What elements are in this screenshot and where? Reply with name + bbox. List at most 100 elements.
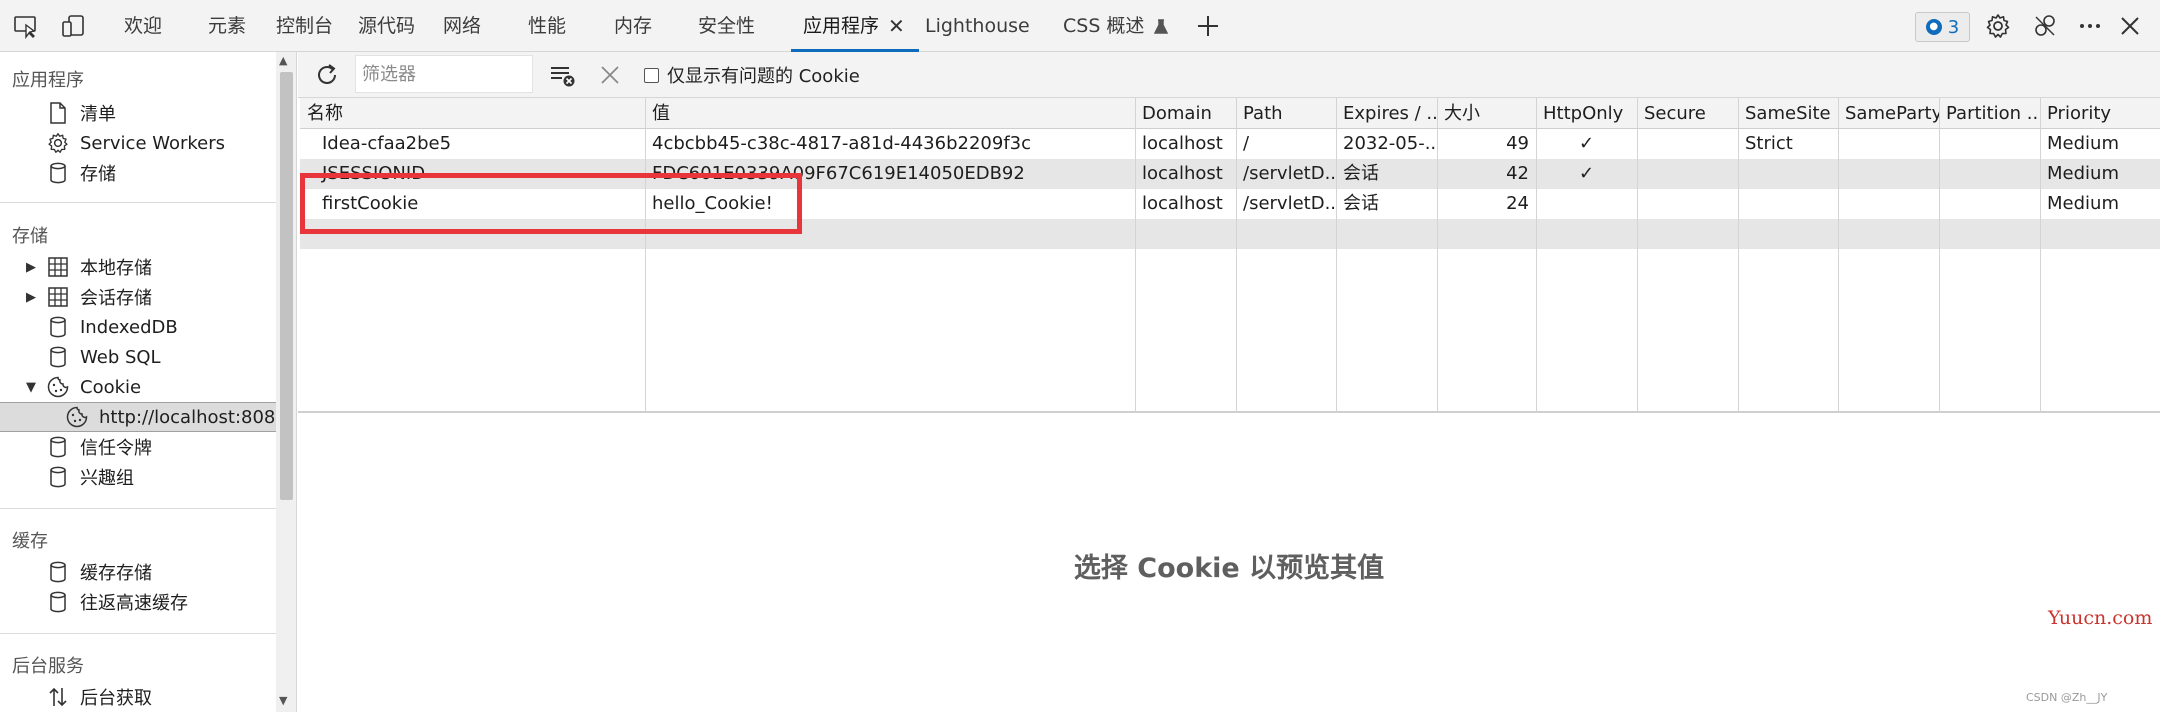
column-separator[interactable] bbox=[2040, 98, 2041, 412]
only-issues-checkbox[interactable] bbox=[644, 67, 659, 83]
column-header-expires[interactable]: Expires / ... bbox=[1336, 98, 1437, 128]
sidebar-item-manifest[interactable]: 清单 bbox=[0, 98, 276, 128]
clear-all-cookies-icon[interactable] bbox=[548, 60, 578, 90]
table-row[interactable]: Idea-cfaa2be5 4cbcbb45-c38c-4817-a81d-44… bbox=[300, 129, 2160, 159]
cell-partition-key[interactable] bbox=[1939, 189, 2040, 219]
customize-feedback-icon[interactable] bbox=[2030, 11, 2060, 41]
cell-sameparty[interactable] bbox=[1838, 159, 1939, 189]
cell-partition-key[interactable] bbox=[1939, 159, 2040, 189]
cell-priority[interactable]: Medium bbox=[2040, 129, 2160, 159]
cell-name[interactable]: firstCookie bbox=[315, 189, 645, 219]
collapse-triangle-icon[interactable]: ▼ bbox=[25, 380, 37, 395]
tab-performance[interactable]: 性能 bbox=[528, 0, 566, 51]
refresh-icon[interactable] bbox=[312, 60, 342, 90]
gear-icon[interactable] bbox=[1983, 11, 2013, 41]
split-resizer[interactable] bbox=[298, 411, 2160, 413]
tab-welcome[interactable]: 欢迎 bbox=[124, 0, 162, 51]
more-tabs-plus-icon[interactable] bbox=[1193, 11, 1223, 41]
cell-name[interactable]: Idea-cfaa2be5 bbox=[315, 129, 645, 159]
column-separator[interactable] bbox=[1236, 98, 1237, 412]
tab-console[interactable]: 控制台 bbox=[276, 0, 333, 51]
cell-secure[interactable] bbox=[1637, 189, 1738, 219]
sidebar-item-local-storage[interactable]: ▶ 本地存储 bbox=[0, 252, 276, 282]
issues-counter-button[interactable]: ● 3 bbox=[1915, 12, 1970, 42]
cell-sameparty[interactable] bbox=[1838, 189, 1939, 219]
tab-security[interactable]: 安全性 bbox=[698, 0, 755, 51]
cell-expires[interactable]: 2032-05-... bbox=[1336, 129, 1437, 159]
only-issues-checkbox-row[interactable]: 仅显示有问题的 Cookie bbox=[644, 62, 860, 88]
cell-samesite[interactable]: Strict bbox=[1738, 129, 1838, 159]
column-header-size[interactable]: 大小 bbox=[1437, 98, 1536, 128]
cell-expires[interactable]: 会话 bbox=[1336, 159, 1437, 189]
sidebar-item-background-fetch[interactable]: 后台获取 bbox=[0, 682, 276, 712]
column-header-secure[interactable]: Secure bbox=[1637, 98, 1738, 128]
close-tab-icon[interactable]: ✕ bbox=[888, 0, 905, 52]
cell-value[interactable]: hello_Cookie! bbox=[645, 189, 1135, 219]
cell-value[interactable]: 4cbcbb45-c38c-4817-a81d-4436b2209f3c bbox=[645, 129, 1135, 159]
sidebar-item-interest-groups[interactable]: 兴趣组 bbox=[0, 462, 276, 492]
scroll-up-arrow-icon[interactable]: ▲ bbox=[279, 54, 287, 67]
column-separator[interactable] bbox=[1838, 98, 1839, 412]
cell-partition-key[interactable] bbox=[1939, 129, 2040, 159]
cell-domain[interactable]: localhost bbox=[1135, 129, 1236, 159]
column-separator[interactable] bbox=[1738, 98, 1739, 412]
cell-samesite[interactable] bbox=[1738, 189, 1838, 219]
sidebar-item-indexeddb[interactable]: IndexedDB bbox=[0, 312, 276, 342]
cell-name[interactable]: JSESSIONID bbox=[315, 159, 645, 189]
cell-domain[interactable]: localhost bbox=[1135, 189, 1236, 219]
column-separator[interactable] bbox=[1939, 98, 1940, 412]
tab-lighthouse[interactable]: Lighthouse bbox=[925, 0, 1030, 51]
sidebar-item-cookie-localhost[interactable]: http://localhost:8080 bbox=[0, 402, 287, 432]
table-row[interactable]: JSESSIONID FDC601E0339A09F67C619E14050ED… bbox=[300, 159, 2160, 189]
sidebar-item-back-forward-cache[interactable]: 往返高速缓存 bbox=[0, 587, 276, 617]
close-devtools-icon[interactable] bbox=[2115, 11, 2145, 41]
cell-value[interactable]: FDC601E0339A09F67C619E14050EDB92 bbox=[645, 159, 1135, 189]
scroll-down-arrow-icon[interactable]: ▼ bbox=[279, 694, 287, 707]
column-separator[interactable] bbox=[645, 98, 646, 412]
expand-triangle-icon[interactable]: ▶ bbox=[25, 260, 37, 275]
cell-httponly[interactable] bbox=[1536, 189, 1637, 219]
cell-size[interactable]: 42 bbox=[1437, 159, 1536, 189]
sidebar-item-cache-storage[interactable]: 缓存存储 bbox=[0, 557, 276, 587]
sidebar-item-trust-tokens[interactable]: 信任令牌 bbox=[0, 432, 276, 462]
column-header-httponly[interactable]: HttpOnly bbox=[1536, 98, 1637, 128]
column-header-priority[interactable]: Priority bbox=[2040, 98, 2160, 128]
table-row[interactable]: firstCookie hello_Cookie! localhost /ser… bbox=[300, 189, 2160, 219]
cell-secure[interactable] bbox=[1637, 129, 1738, 159]
cell-httponly[interactable]: ✓ bbox=[1536, 159, 1637, 189]
sidebar-item-session-storage[interactable]: ▶ 会话存储 bbox=[0, 282, 276, 312]
cell-priority[interactable]: Medium bbox=[2040, 159, 2160, 189]
cell-size[interactable]: 49 bbox=[1437, 129, 1536, 159]
cell-secure[interactable] bbox=[1637, 159, 1738, 189]
column-separator[interactable] bbox=[1536, 98, 1537, 412]
column-header-value[interactable]: 值 bbox=[645, 98, 1135, 128]
cell-httponly[interactable]: ✓ bbox=[1536, 129, 1637, 159]
cell-samesite[interactable] bbox=[1738, 159, 1838, 189]
tab-sources[interactable]: 源代码 bbox=[358, 0, 415, 51]
tab-css-overview[interactable]: CSS 概述 bbox=[1063, 0, 1169, 51]
column-separator[interactable] bbox=[1135, 98, 1136, 412]
sidebar-item-web-sql[interactable]: Web SQL bbox=[0, 342, 276, 372]
sidebar-scroll-thumb[interactable] bbox=[280, 72, 293, 500]
more-options-icon[interactable] bbox=[2075, 11, 2105, 41]
cell-path[interactable]: / bbox=[1236, 129, 1336, 159]
column-header-samesite[interactable]: SameSite bbox=[1738, 98, 1838, 128]
cell-priority[interactable]: Medium bbox=[2040, 189, 2160, 219]
device-emulation-icon[interactable] bbox=[58, 11, 88, 41]
column-header-domain[interactable]: Domain bbox=[1135, 98, 1236, 128]
cell-path[interactable]: /servletD... bbox=[1236, 189, 1336, 219]
sidebar-scrollbar[interactable]: ▲ ▼ bbox=[276, 52, 296, 712]
column-header-partition-key[interactable]: Partition ... bbox=[1939, 98, 2040, 128]
tab-application[interactable]: 应用程序 bbox=[791, 0, 920, 52]
tab-memory[interactable]: 内存 bbox=[614, 0, 652, 51]
column-header-sameparty[interactable]: SameParty bbox=[1838, 98, 1939, 128]
cell-path[interactable]: /servletD... bbox=[1236, 159, 1336, 189]
delete-selected-icon[interactable] bbox=[595, 60, 625, 90]
inspect-element-icon[interactable] bbox=[11, 11, 41, 41]
tab-network[interactable]: 网络 bbox=[443, 0, 481, 51]
column-separator[interactable] bbox=[1637, 98, 1638, 412]
column-separator[interactable] bbox=[1437, 98, 1438, 412]
sidebar-item-service-workers[interactable]: Service Workers bbox=[0, 128, 276, 158]
cell-size[interactable]: 24 bbox=[1437, 189, 1536, 219]
cookie-filter-input[interactable] bbox=[355, 55, 533, 93]
